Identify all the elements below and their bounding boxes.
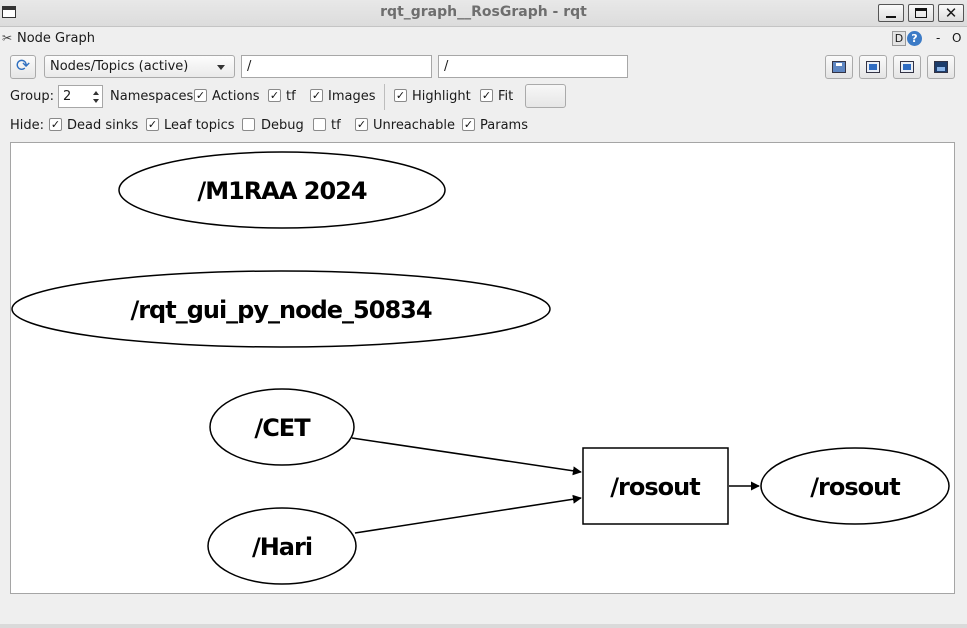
toolbar-row: ⟳ Nodes/Topics (active) / / [0, 54, 967, 80]
edge-hari-to-rosout [354, 494, 582, 534]
node-hari-label: /Hari [252, 533, 312, 561]
node-rosout[interactable]: /rosout [760, 447, 950, 525]
node-rosout-label: /rosout [810, 473, 900, 501]
node-m1raa-label: /M1RAA 2024 [197, 177, 366, 205]
actions-checkbox-label: Actions [212, 89, 260, 104]
maximize-button[interactable] [908, 4, 934, 22]
close-button[interactable]: ✕ [938, 4, 964, 22]
node-m1raa[interactable]: /M1RAA 2024 [118, 151, 446, 229]
graph-mode-select[interactable]: Nodes/Topics (active) [44, 55, 235, 78]
minimize-plugin-button[interactable]: - [936, 31, 940, 45]
graph-mode-value: Nodes/Topics (active) [50, 59, 189, 74]
help-icon[interactable]: ? [907, 31, 922, 46]
save-dot-button[interactable] [859, 55, 887, 79]
hide-tf-checkbox[interactable] [313, 118, 326, 131]
topic-rosout-label: /rosout [610, 473, 700, 501]
image-icon [934, 61, 948, 73]
spin-down-icon[interactable] [93, 99, 99, 103]
plugin-title: Node Graph [17, 31, 95, 46]
window-titlebar: rqt_graph__RosGraph - rqt ✕ [0, 0, 967, 27]
separator [384, 84, 385, 110]
images-checkbox[interactable]: ✓ [310, 89, 323, 102]
dead-sinks-checkbox[interactable]: ✓ [49, 118, 62, 131]
tf-checkbox[interactable]: ✓ [268, 89, 281, 102]
tools-icon: ✂ [2, 31, 13, 45]
save-image-button[interactable] [927, 55, 955, 79]
namespaces-checkbox[interactable]: ✓ [194, 89, 207, 102]
graph-svg: /M1RAA 2024 /rqt_gui_py_node_50834 /CET … [11, 151, 950, 585]
hide-tf-label: tf [331, 118, 341, 133]
debug-checkbox[interactable] [242, 118, 255, 131]
node-hari[interactable]: /Hari [207, 507, 357, 585]
dock-button[interactable]: D [892, 31, 906, 46]
highlight-checkbox[interactable]: ✓ [394, 89, 407, 102]
plugin-header: ✂ Node Graph D ? - O [0, 28, 967, 50]
group-value: 2 [63, 89, 72, 104]
window-title: rqt_graph__RosGraph - rqt [380, 4, 587, 20]
node-cet-label: /CET [254, 414, 311, 442]
namespaces-label: Namespaces [110, 89, 194, 104]
hide-row: Hide: ✓ Dead sinks ✓ Leaf topics Debug t… [0, 113, 967, 137]
node-cet[interactable]: /CET [209, 388, 355, 466]
leaf-topics-label: Leaf topics [164, 118, 235, 133]
load-dot-button[interactable] [825, 55, 853, 79]
node-rqt-gui-label: /rqt_gui_py_node_50834 [130, 296, 431, 324]
chevron-down-icon [217, 65, 225, 70]
node-filter-input[interactable]: / [241, 55, 432, 78]
fit-view-button[interactable] [525, 84, 566, 108]
topic-filter-input[interactable]: / [438, 55, 628, 78]
refresh-button[interactable]: ⟳ [10, 55, 36, 79]
spin-up-icon[interactable] [93, 91, 99, 95]
dead-sinks-label: Dead sinks [67, 118, 139, 133]
fit-checkbox-label: Fit [498, 89, 514, 104]
node-rqt-gui[interactable]: /rqt_gui_py_node_50834 [11, 270, 551, 348]
close-icon: ✕ [944, 4, 958, 22]
options-row: Group: 2 Namespaces ✓ Actions ✓ tf ✓ Ima… [0, 84, 967, 110]
fit-checkbox[interactable]: ✓ [480, 89, 493, 102]
edge-cet-to-rosout [351, 437, 582, 476]
save-svg-icon [900, 61, 914, 73]
unreachable-label: Unreachable [373, 118, 455, 133]
params-label: Params [480, 118, 528, 133]
group-spinbox[interactable]: 2 [58, 85, 103, 108]
highlight-checkbox-label: Highlight [412, 89, 471, 104]
save-svg-button[interactable] [893, 55, 921, 79]
save-dot-icon [866, 61, 880, 73]
minimize-button[interactable] [878, 4, 904, 22]
graph-canvas[interactable]: /M1RAA 2024 /rqt_gui_py_node_50834 /CET … [10, 142, 955, 594]
tf-checkbox-label: tf [286, 89, 296, 104]
hide-label: Hide: [10, 118, 45, 133]
floppy-icon [832, 61, 846, 73]
group-label: Group: [10, 89, 54, 104]
unreachable-checkbox[interactable]: ✓ [355, 118, 368, 131]
topic-rosout[interactable]: /rosout [582, 447, 729, 525]
debug-label: Debug [261, 118, 304, 133]
window-bottom-border [0, 624, 967, 628]
leaf-topics-checkbox[interactable]: ✓ [146, 118, 159, 131]
params-checkbox[interactable]: ✓ [462, 118, 475, 131]
options-plugin-button[interactable]: O [952, 31, 961, 45]
images-checkbox-label: Images [328, 89, 376, 104]
